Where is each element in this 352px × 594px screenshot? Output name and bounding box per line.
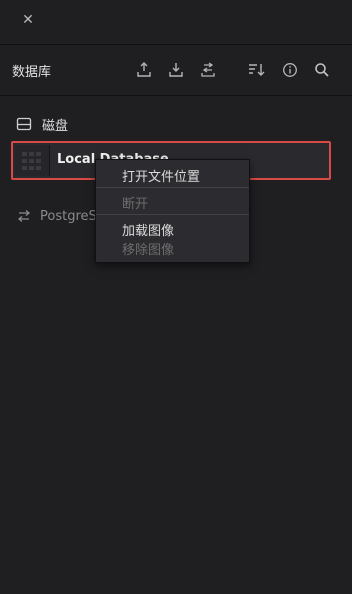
info-icon[interactable] xyxy=(279,60,301,80)
disk-label: 磁盘 xyxy=(42,118,69,134)
menu-separator xyxy=(96,214,249,215)
top-bar: ✕ xyxy=(0,0,352,45)
menu-item-disconnect: 断开 xyxy=(122,197,149,212)
header-bar: 数据库 xyxy=(0,45,352,96)
search-icon[interactable] xyxy=(311,60,333,80)
menu-item-remove-image: 移除图像 xyxy=(122,243,175,258)
database-name: PostgreS xyxy=(40,208,97,224)
connect-arrows-icon xyxy=(16,209,32,223)
database-row-postgres[interactable]: PostgreS xyxy=(16,206,97,226)
menu-item-load-image[interactable]: 加载图像 xyxy=(122,220,174,239)
disk-icon xyxy=(16,117,32,131)
context-menu: 打开文件位置 断开 加载图像 移除图像 xyxy=(95,159,250,263)
menu-separator xyxy=(96,187,249,188)
page-title: 数据库 xyxy=(12,65,52,80)
close-icon[interactable]: ✕ xyxy=(18,10,38,30)
menu-item-open-file-location[interactable]: 打开文件位置 xyxy=(122,166,200,185)
sort-icon[interactable] xyxy=(246,60,268,80)
database-thumbnail xyxy=(15,145,50,176)
upload-icon[interactable] xyxy=(133,60,155,80)
disk-section-label: 磁盘 xyxy=(16,114,68,134)
download-icon[interactable] xyxy=(165,60,187,80)
swap-icon[interactable] xyxy=(197,60,219,80)
